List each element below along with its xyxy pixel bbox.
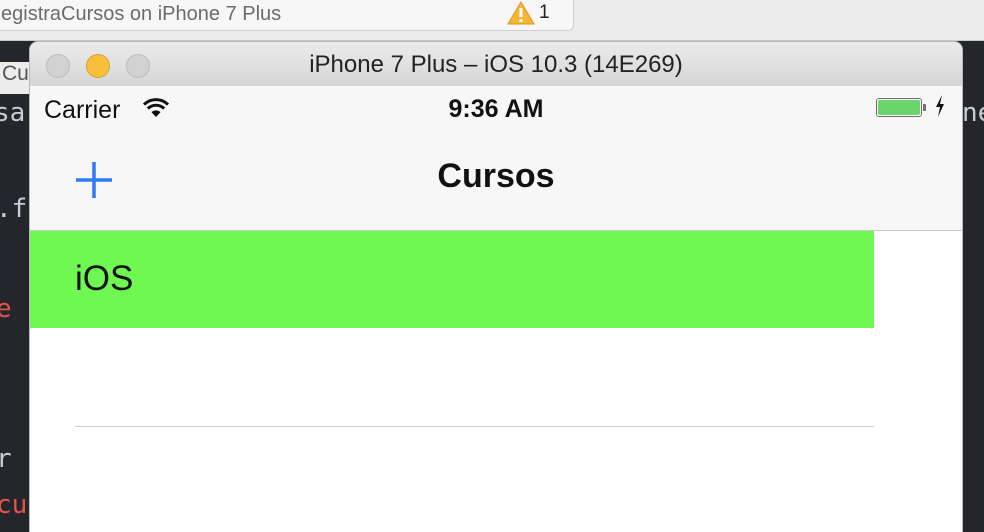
code-fragment: cu (0, 490, 28, 520)
navigation-bar: Cursos (30, 130, 962, 231)
warning-indicator[interactable]: 1 (507, 0, 557, 28)
warning-icon (507, 1, 535, 25)
table-row-label: iOS (75, 259, 134, 298)
xcode-toolbar: egistraCursos on iPhone 7 Plus 1 (0, 0, 984, 41)
status-time: 9:36 AM (448, 95, 544, 123)
code-fragment: ne (962, 98, 984, 128)
simulator-window: iPhone 7 Plus – iOS 10.3 (14E269) Carrie… (30, 42, 962, 532)
activity-view: egistraCursos on iPhone 7 Plus 1 (0, 0, 574, 31)
battery-icon (876, 98, 926, 117)
simulator-titlebar: iPhone 7 Plus – iOS 10.3 (14E269) (30, 42, 962, 87)
simulator-title: iPhone 7 Plus – iOS 10.3 (14E269) (309, 51, 683, 78)
warning-count: 1 (539, 2, 550, 23)
code-fragment: sa (0, 98, 26, 128)
code-fragment: e (0, 294, 12, 324)
table-row[interactable] (30, 328, 874, 425)
nav-title: Cursos (437, 157, 555, 195)
battery-level (878, 100, 920, 115)
table-row[interactable]: iOS (30, 231, 874, 328)
activity-status-text: egistraCursos on iPhone 7 Plus (1, 3, 282, 25)
ios-status-bar: Carrier 9:36 AM (30, 86, 962, 130)
row-separator (75, 426, 874, 427)
charging-bolt-icon (936, 95, 944, 117)
